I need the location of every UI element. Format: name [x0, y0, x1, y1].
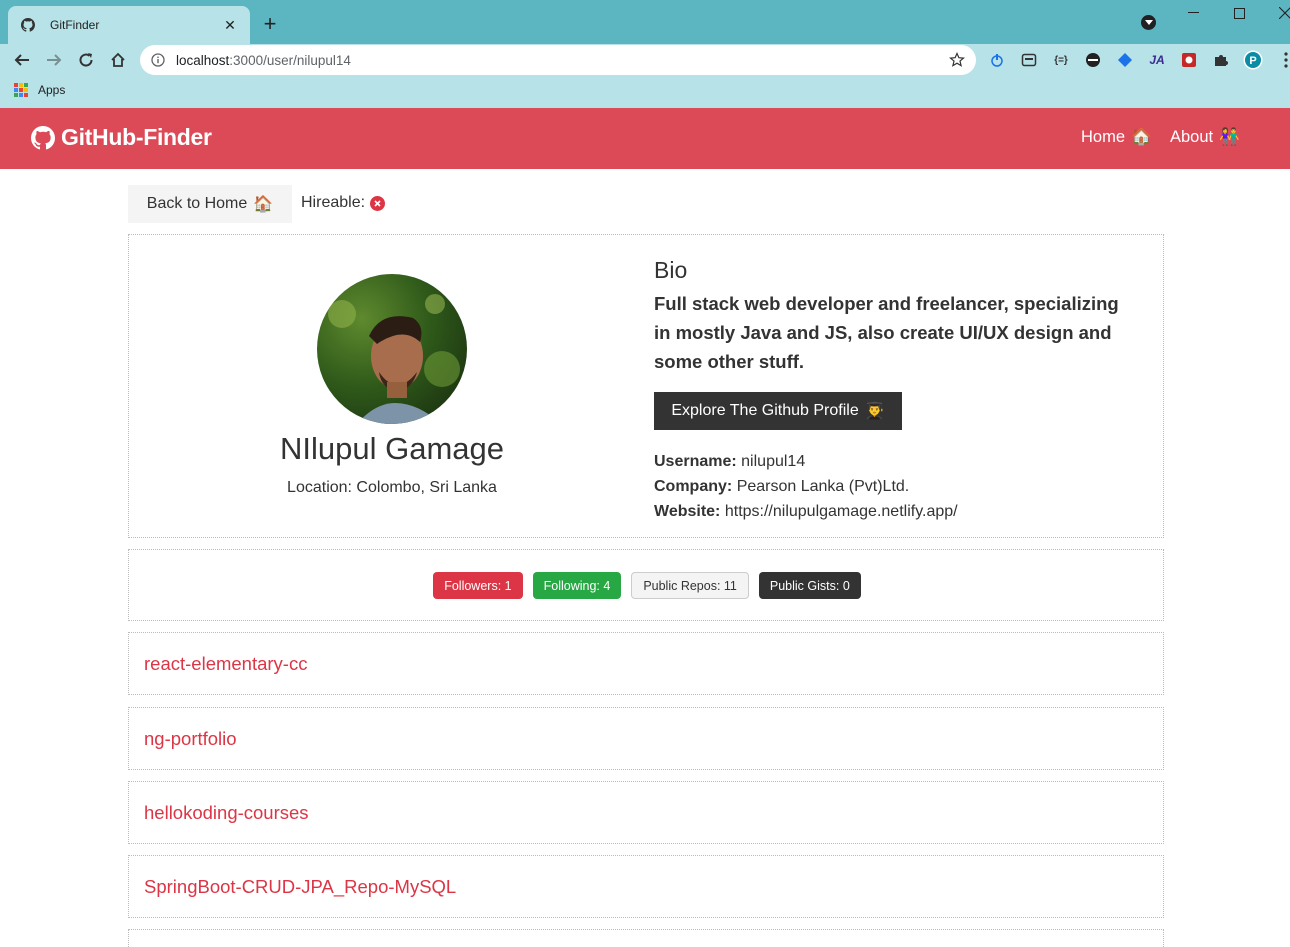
- address-bar[interactable]: localhost:3000/user/nilupul14: [140, 45, 976, 75]
- repo-card: ng-portfolio: [128, 707, 1164, 770]
- nav-home-link[interactable]: Home 🏠: [1081, 128, 1152, 147]
- browser-menu-icon[interactable]: [1276, 50, 1290, 70]
- tab-title: GitFinder: [50, 18, 100, 32]
- hireable-status: Hireable:: [301, 194, 386, 212]
- site-info-icon[interactable]: [150, 52, 166, 68]
- extension-block-icon[interactable]: [1083, 50, 1103, 70]
- profile-card: NIlupul Gamage Location: Colombo, Sri La…: [128, 234, 1164, 538]
- repo-card: react-elementary-cc: [128, 632, 1164, 695]
- home-icon[interactable]: [106, 48, 130, 72]
- back-to-home-button[interactable]: Back to Home 🏠: [128, 185, 292, 223]
- bio-heading: Bio: [654, 257, 688, 283]
- explore-github-profile-button[interactable]: Explore The Github Profile 👨‍🎓: [654, 392, 902, 430]
- github-icon: [31, 125, 55, 149]
- extension-ja-icon[interactable]: JA: [1147, 50, 1167, 70]
- app-navbar: GitHub-Finder Home 🏠 About 👫: [0, 108, 1290, 169]
- tab-search-icon[interactable]: [1141, 15, 1156, 30]
- repo-card: hellokoding-courses: [128, 781, 1164, 844]
- extension-reader-icon[interactable]: [1019, 50, 1039, 70]
- tab-close-icon[interactable]: ✕: [222, 17, 238, 33]
- nav-about-link[interactable]: About 👫: [1170, 128, 1240, 147]
- new-tab-button[interactable]: +: [258, 12, 282, 36]
- brand-title: GitHub-Finder: [61, 124, 212, 150]
- apps-label: Apps: [38, 83, 66, 97]
- apps-grid-icon: [14, 83, 28, 97]
- website-value: https://nilupulgamage.netlify.app/: [724, 503, 958, 520]
- bio-text: Full stack web developer and freelancer,…: [654, 293, 1119, 372]
- profile-name: NIlupul Gamage: [279, 431, 504, 466]
- close-window-icon[interactable]: [1262, 0, 1290, 26]
- repo-link[interactable]: react-elementary-cc: [144, 653, 307, 675]
- forward-arrow-icon[interactable]: [42, 48, 66, 72]
- company-value: Pearson Lanka (Pvt)Ltd.: [736, 478, 910, 495]
- avatar: [317, 274, 467, 424]
- house-emoji-icon: 🏠: [253, 196, 274, 213]
- house-emoji-icon: 🏠: [1131, 128, 1152, 146]
- profile-location: Location: Colombo, Sri Lanka: [287, 479, 497, 496]
- username-row: Username: nilupul14: [654, 453, 806, 470]
- back-arrow-icon[interactable]: [10, 48, 34, 72]
- repo-card: SpringBoot-CRUD-JPA_Repo-MySQL: [128, 855, 1164, 918]
- extension-json-icon[interactable]: {=}: [1051, 50, 1071, 70]
- nav-about-label: About: [1170, 128, 1214, 146]
- stats-card: Followers: 1 Following: 4 Public Repos: …: [128, 549, 1164, 621]
- browser-tab[interactable]: GitFinder ✕: [8, 6, 250, 44]
- browser-toolbar: localhost:3000/user/nilupul14 {=} JA P: [0, 44, 1290, 76]
- hireable-label: Hireable:: [301, 194, 366, 211]
- repo-link[interactable]: hellokoding-courses: [144, 802, 309, 824]
- times-circle-icon: [370, 195, 386, 211]
- company-row: Company: Pearson Lanka (Pvt)Ltd.: [654, 478, 910, 495]
- browser-tabstrip: GitFinder ✕ +: [0, 0, 1290, 44]
- bookmark-star-icon[interactable]: [948, 51, 966, 69]
- repo-link[interactable]: ng-portfolio: [144, 728, 237, 750]
- profile-avatar-icon[interactable]: P: [1243, 50, 1263, 70]
- github-favicon-icon: [20, 17, 36, 33]
- url-text: localhost:3000/user/nilupul14: [176, 52, 351, 68]
- website-row: Website: https://nilupulgamage.netlify.a…: [654, 503, 958, 520]
- followers-badge: Followers: 1: [433, 572, 523, 599]
- minimize-icon[interactable]: [1170, 0, 1216, 26]
- public-gists-badge: Public Gists: 0: [758, 572, 861, 599]
- back-to-home-label: Back to Home: [146, 195, 248, 212]
- repo-card-partial: [128, 929, 1164, 947]
- extensions-puzzle-icon[interactable]: [1211, 50, 1231, 70]
- maximize-icon[interactable]: [1216, 0, 1262, 26]
- stats-badges: Followers: 1 Following: 4 Public Repos: …: [129, 572, 1165, 599]
- extension-hand-icon[interactable]: [987, 50, 1007, 70]
- extension-diamond-icon[interactable]: [1115, 50, 1135, 70]
- username-value: nilupul14: [741, 453, 806, 470]
- nav-home-label: Home: [1081, 128, 1126, 146]
- profile-details: Username: nilupul14 Company: Pearson Lan…: [654, 449, 958, 524]
- student-emoji-icon: 👨‍🎓: [864, 403, 885, 420]
- brand[interactable]: GitHub-Finder: [31, 124, 212, 151]
- svg-text:P: P: [1249, 55, 1256, 67]
- couple-emoji-icon: 👫: [1219, 128, 1240, 146]
- repo-link[interactable]: SpringBoot-CRUD-JPA_Repo-MySQL: [144, 876, 456, 898]
- reload-icon[interactable]: [74, 48, 98, 72]
- bookmark-apps[interactable]: Apps: [14, 83, 65, 97]
- extension-red-icon[interactable]: [1179, 50, 1199, 70]
- following-badge: Following: 4: [532, 572, 622, 599]
- explore-label: Explore The Github Profile: [671, 402, 859, 419]
- bookmarks-bar: Apps: [0, 76, 1290, 108]
- public-repos-badge: Public Repos: 11: [631, 572, 749, 599]
